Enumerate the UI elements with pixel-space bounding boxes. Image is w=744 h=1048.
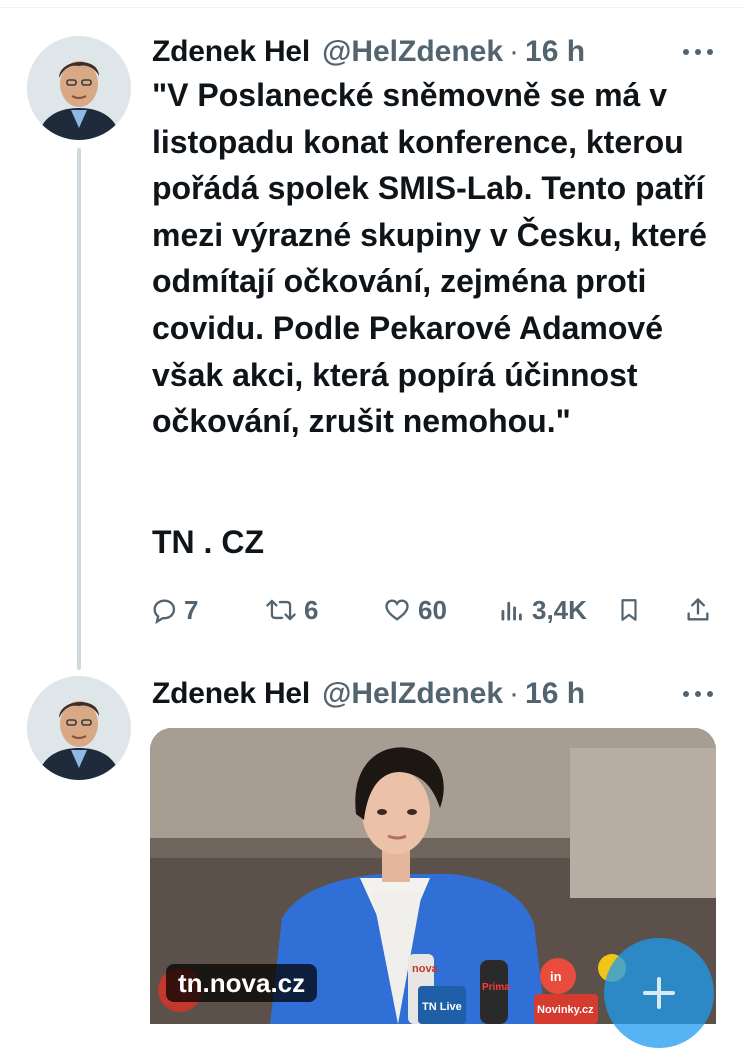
views-button[interactable]: 3,4K (498, 588, 587, 632)
views-icon (501, 601, 522, 621)
compose-button[interactable] (604, 938, 714, 1048)
avatar[interactable] (27, 36, 131, 140)
compose-icon (643, 977, 675, 1009)
like-button[interactable]: 60 (382, 588, 447, 632)
author-name[interactable]: Zdenek Hel (152, 677, 310, 711)
tweet-header: Zdenek Hel @HelZdenek · 16 h (152, 32, 585, 72)
share-button[interactable] (684, 588, 718, 632)
tweet-text: "V Poslanecké sněmovně se má v listopadu… (152, 77, 707, 440)
like-icon (385, 599, 409, 621)
bookmark-icon (621, 599, 637, 621)
mic-label-prima: Prima (482, 982, 510, 993)
avatar-image (27, 676, 131, 780)
mic-label-tn-live: TN Live (422, 1001, 462, 1013)
timestamp[interactable]: 16 h (525, 677, 585, 711)
timestamp[interactable]: 16 h (525, 35, 585, 69)
share-icon (687, 598, 709, 621)
avatar-image (27, 36, 131, 140)
thread-connector (77, 148, 81, 670)
author-name[interactable]: Zdenek Hel (152, 35, 310, 69)
author-handle[interactable]: @HelZdenek (322, 677, 503, 711)
mic-label-in: in (550, 969, 562, 984)
separator: · (509, 35, 520, 68)
reply-count: 7 (184, 594, 199, 625)
retweet-count: 6 (304, 594, 319, 625)
tweet-actions: 7 6 60 3,4K (150, 588, 720, 632)
tweet-header: Zdenek Hel @HelZdenek · 16 h (152, 674, 585, 714)
separator: · (509, 677, 520, 710)
avatar[interactable] (27, 676, 131, 780)
top-divider (0, 7, 744, 8)
reply-icon (153, 599, 176, 624)
like-count: 60 (418, 594, 447, 625)
views-count: 3,4K (532, 594, 587, 625)
mic-label-novinky: Novinky.cz (537, 1004, 594, 1016)
more-icon[interactable] (680, 32, 716, 72)
tweet-source: TN . CZ (152, 524, 264, 560)
bookmark-button[interactable] (616, 588, 648, 632)
retweet-button[interactable]: 6 (264, 588, 318, 632)
more-icon[interactable] (680, 674, 716, 714)
retweet-icon (266, 599, 296, 621)
reply-button[interactable]: 7 (150, 588, 198, 632)
media-source-label: tn.nova.cz (166, 964, 318, 1002)
author-handle[interactable]: @HelZdenek (322, 35, 503, 69)
mic-label-nova: nova (412, 963, 439, 975)
